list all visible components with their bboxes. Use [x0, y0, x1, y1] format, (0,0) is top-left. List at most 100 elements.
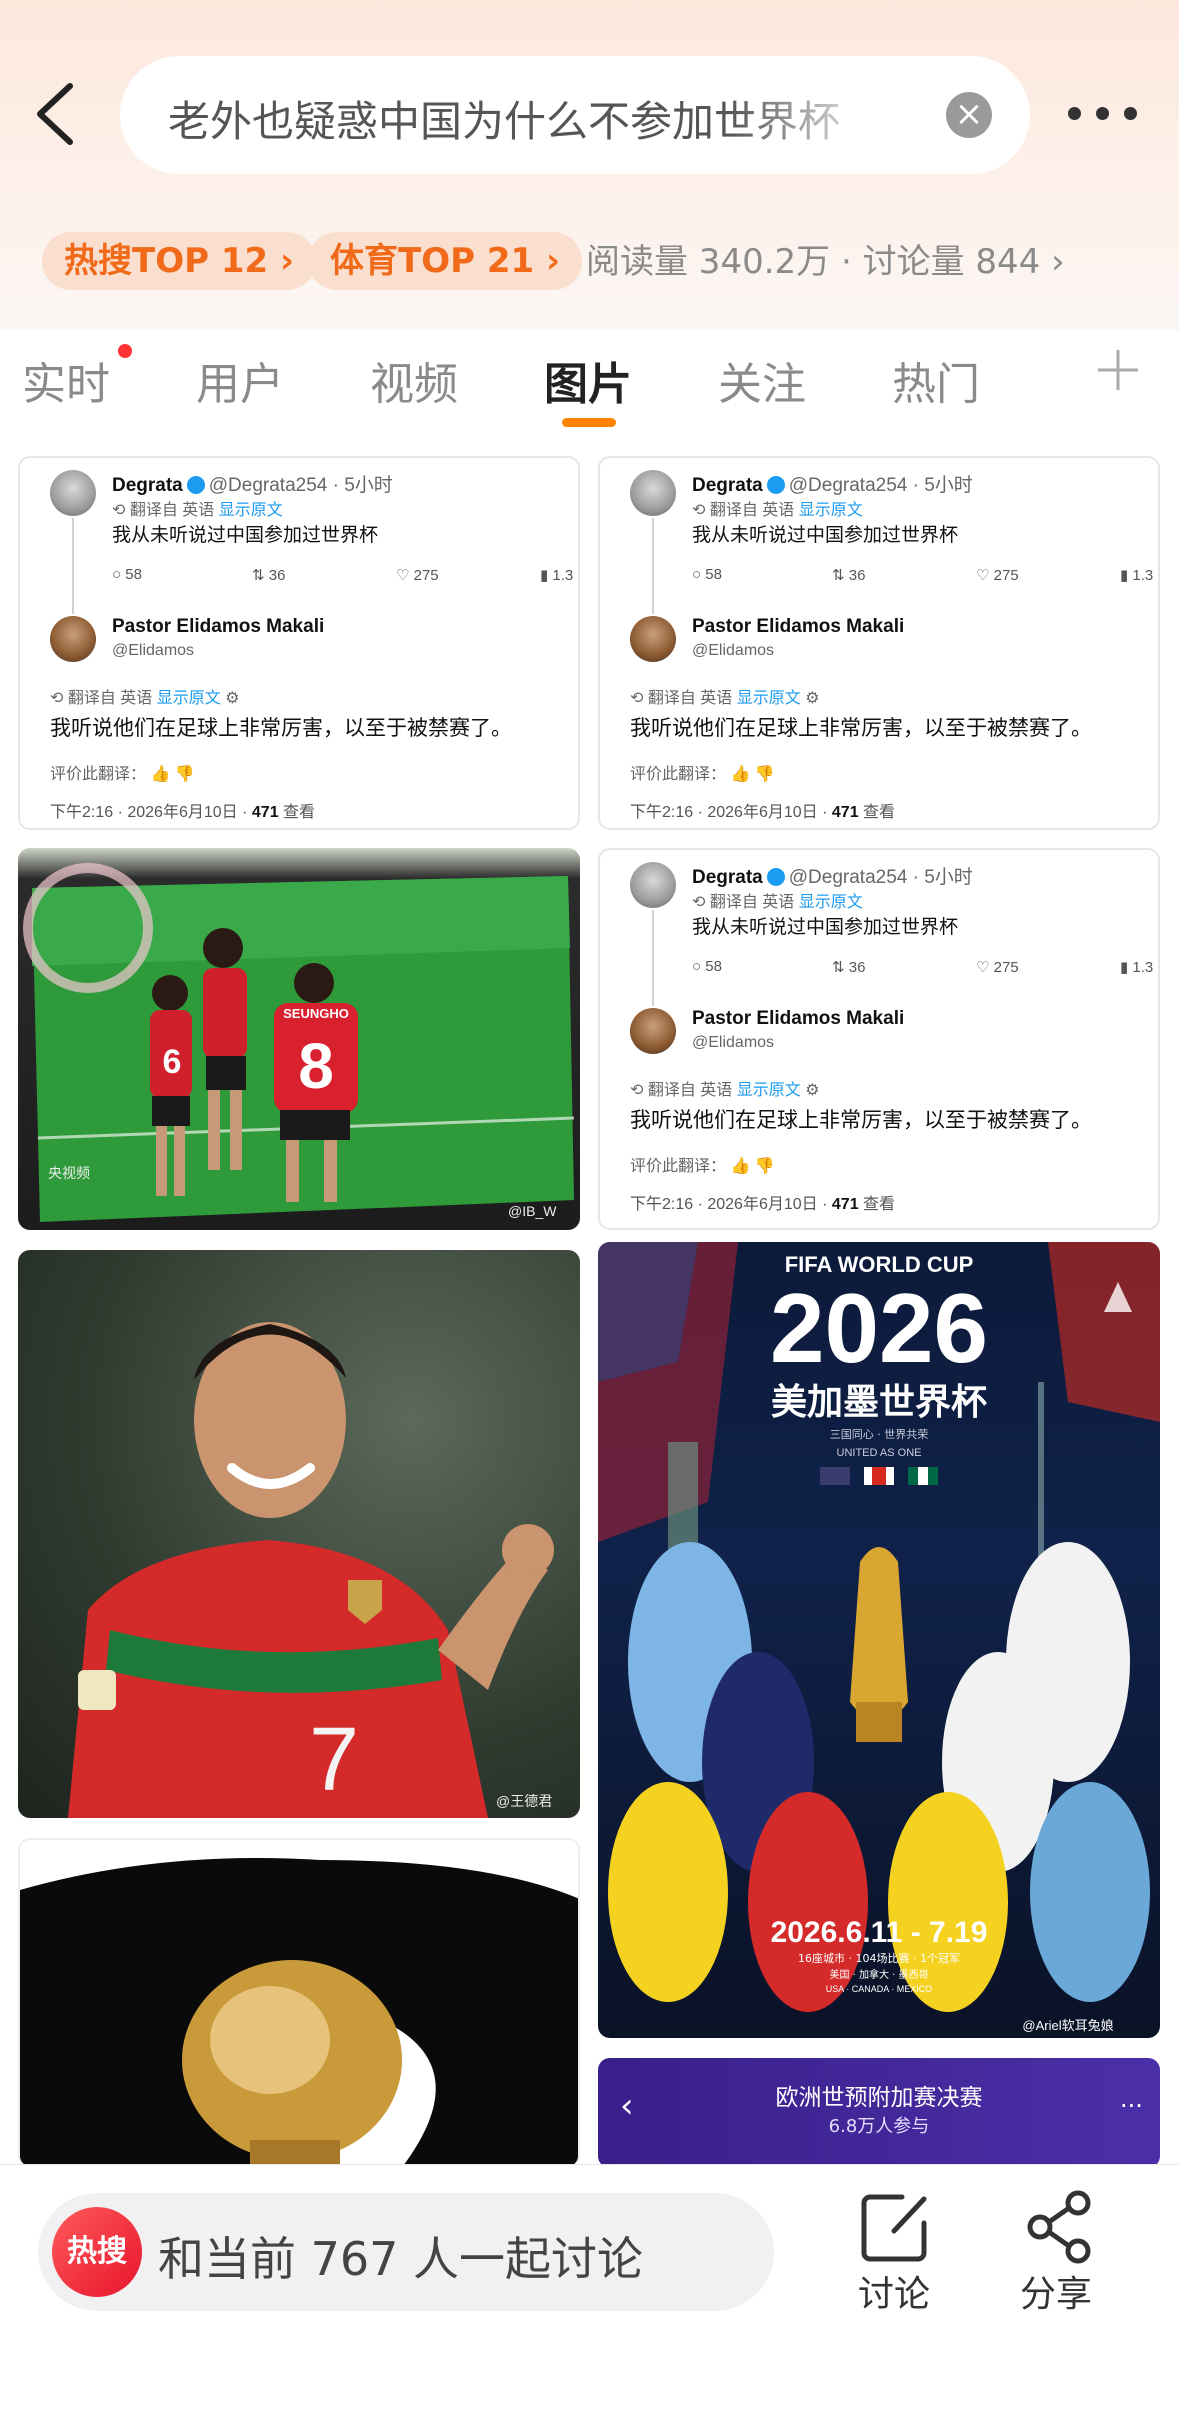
view-count: 1.3 — [1132, 567, 1154, 584]
user-handle: @Degrata254 · 5小时 — [208, 475, 393, 496]
tab-videos[interactable]: 视频 — [370, 348, 458, 412]
discuss-input[interactable]: 热搜 和当前 767 人一起讨论 — [38, 2193, 774, 2311]
tweet-text: 我听说他们在足球上非常厉害，以至于被禁赛了。 — [630, 1109, 1092, 1132]
translated-label: 翻译自 英语 — [129, 502, 215, 519]
translated-label: 翻译自 英语 — [647, 1082, 733, 1099]
tab-users[interactable]: 用户 — [196, 348, 284, 412]
share-icon[interactable] — [1020, 2187, 1100, 2267]
user-name: Pastor Elidamos Makali — [112, 616, 325, 637]
show-original-link[interactable]: 显示原文 — [219, 502, 283, 519]
translated-label: 翻译自 英语 — [647, 690, 733, 707]
image-grid: Degrata @Degrata254 · 5小时 ⟲ 翻译自 英语 显示原文 我… — [0, 434, 1179, 2168]
trophy-image — [20, 1858, 578, 2166]
view-count: 1.3 — [1132, 959, 1154, 976]
show-original-link[interactable]: 显示原文 — [799, 502, 863, 519]
image-item[interactable]: FIFA WORLD CUP 2026 美加墨世界杯 三国同心 · 世界共荣 U… — [598, 1242, 1160, 2038]
retweet-count: 36 — [268, 567, 286, 584]
hot-search-logo: 热搜 — [52, 2207, 142, 2297]
world-cup-poster: FIFA WORLD CUP 2026 美加墨世界杯 三国同心 · 世界共荣 U… — [598, 1242, 1160, 2033]
timestamp: 下午2:16 · 2026年6月10日 · — [630, 804, 828, 821]
like-count: 275 — [993, 959, 1019, 976]
bottom-bar: 热搜 和当前 767 人一起讨论 讨论 分享 — [0, 2164, 1179, 2428]
image-credit: @Ariel软耳兔娘 — [1022, 2018, 1113, 2033]
poster-dates: 2026.6.11 - 7.19 — [771, 1916, 988, 1949]
translated-label: 翻译自 英语 — [67, 690, 153, 707]
user-handle: @Elidamos — [692, 642, 775, 659]
discuss-label[interactable]: 讨论 — [858, 2265, 930, 2317]
tab-follow[interactable]: 关注 — [718, 348, 806, 412]
view-count: 471 — [831, 1196, 859, 1213]
user-name: Degrata — [692, 867, 763, 888]
jersey-name: SEUNGHO — [283, 1006, 349, 1021]
image-item[interactable] — [18, 1838, 580, 2168]
sports-tag[interactable]: 体育TOP 21 › — [308, 232, 583, 290]
hot-search-tag[interactable]: 热搜TOP 12 › — [42, 232, 317, 290]
image-item[interactable]: 7 @王德君 — [18, 1250, 580, 1818]
show-original-link[interactable]: 显示原文 — [799, 894, 863, 911]
view-count: 471 — [251, 804, 279, 821]
new-badge — [118, 344, 132, 358]
discuss-icon[interactable] — [856, 2187, 936, 2267]
hot-search-label: 热搜TOP 12 — [64, 241, 269, 281]
retweet-count: 36 — [848, 567, 866, 584]
avatar — [630, 470, 676, 516]
watermark: 央视频 — [48, 1165, 90, 1181]
user-name: Degrata — [112, 475, 183, 496]
poster-slogan-en: UNITED AS ONE — [837, 1447, 922, 1459]
search-query[interactable]: 老外也疑惑中国为什么不参加世界杯 — [168, 88, 888, 149]
discuss-prompt: 和当前 767 人一起讨论 — [158, 2232, 644, 2286]
show-original-link[interactable]: 显示原文 — [737, 1082, 801, 1099]
image-item[interactable]: Degrata @Degrata254 · 5小时 ⟲ 翻译自 英语 显示原文 我… — [18, 456, 580, 830]
show-original-link[interactable]: 显示原文 — [157, 690, 221, 707]
poster-subtitle: 美加墨世界杯 — [771, 1382, 987, 1423]
poster-info: 16座城市 · 104场比赛 · 1个冠军 — [798, 1951, 960, 1965]
stats-text: 阅读量 340.2万 · 讨论量 844 — [586, 242, 1041, 282]
translated-label: 翻译自 英语 — [709, 502, 795, 519]
view-count: 1.3 — [552, 567, 574, 584]
poster-countries: 美国 · 加拿大 · 墨西哥 — [829, 1968, 928, 1981]
back-arrow-icon[interactable] — [30, 82, 78, 146]
image-item[interactable]: ‹ 欧洲世预附加赛决赛 6.8万人参与 ··· — [598, 2058, 1160, 2168]
tab-hot[interactable]: 热门 — [892, 348, 980, 412]
rate-label: 评价此翻译： — [630, 766, 727, 783]
user-handle: @Elidamos — [692, 1034, 775, 1051]
image-credit: @IB_W — [508, 1203, 557, 1219]
like-count: 275 — [993, 567, 1019, 584]
avatar — [50, 470, 96, 516]
rate-label: 评价此翻译： — [630, 1158, 727, 1175]
avatar — [50, 616, 96, 662]
tweet-text: 我从未听说过中国参加过世界杯 — [112, 525, 379, 546]
user-name: Degrata — [692, 475, 763, 496]
card-subtitle: 6.8万人参与 — [828, 2116, 930, 2137]
more-icon[interactable] — [1068, 98, 1138, 128]
share-label[interactable]: 分享 — [1020, 2265, 1092, 2317]
view-label: 查看 — [863, 1196, 896, 1213]
image-item[interactable]: Degrata @Degrata254 · 5小时 ⟲ 翻译自 英语 显示原文 我… — [598, 456, 1160, 830]
reply-count: 58 — [705, 958, 722, 975]
user-handle: @Elidamos — [112, 642, 195, 659]
reply-count: 58 — [125, 566, 142, 583]
soccer-photo: SEUNGHO 8 6 央视频 @IB_W — [23, 863, 575, 1222]
image-item[interactable]: Degrata @Degrata254 · 5小时 ⟲ 翻译自 英语 显示原文 我… — [598, 848, 1160, 1230]
clear-icon[interactable]: × — [946, 92, 992, 138]
search-input[interactable]: 老外也疑惑中国为什么不参加世界杯 × — [120, 56, 1030, 174]
ronaldo-photo: 7 @王德君 — [68, 1322, 554, 1818]
view-count: 471 — [831, 804, 859, 821]
image-item[interactable]: SEUNGHO 8 6 央视频 @IB_W — [18, 848, 580, 1230]
user-name: Pastor Elidamos Makali — [692, 1008, 905, 1029]
card-title: 欧洲世预附加赛决赛 — [775, 2085, 983, 2111]
like-count: 275 — [413, 567, 439, 584]
add-tab-icon[interactable] — [1096, 348, 1140, 392]
user-handle: @Degrata254 · 5小时 — [788, 475, 973, 496]
tweet-text: 我从未听说过中国参加过世界杯 — [692, 917, 959, 938]
tweet-text: 我听说他们在足球上非常厉害，以至于被禁赛了。 — [630, 717, 1092, 740]
tab-images[interactable]: 图片 — [544, 348, 632, 412]
show-original-link[interactable]: 显示原文 — [737, 690, 801, 707]
image-credit: @王德君 — [496, 1793, 552, 1809]
translated-label: 翻译自 英语 — [709, 894, 795, 911]
stats-link[interactable]: 阅读量 340.2万 · 讨论量 844 › — [586, 234, 1065, 290]
tab-indicator — [562, 418, 616, 427]
tab-realtime[interactable]: 实时 — [22, 348, 110, 412]
poster-countries-en: USA · CANADA · MEXICO — [826, 1984, 933, 1994]
avatar — [630, 862, 676, 908]
